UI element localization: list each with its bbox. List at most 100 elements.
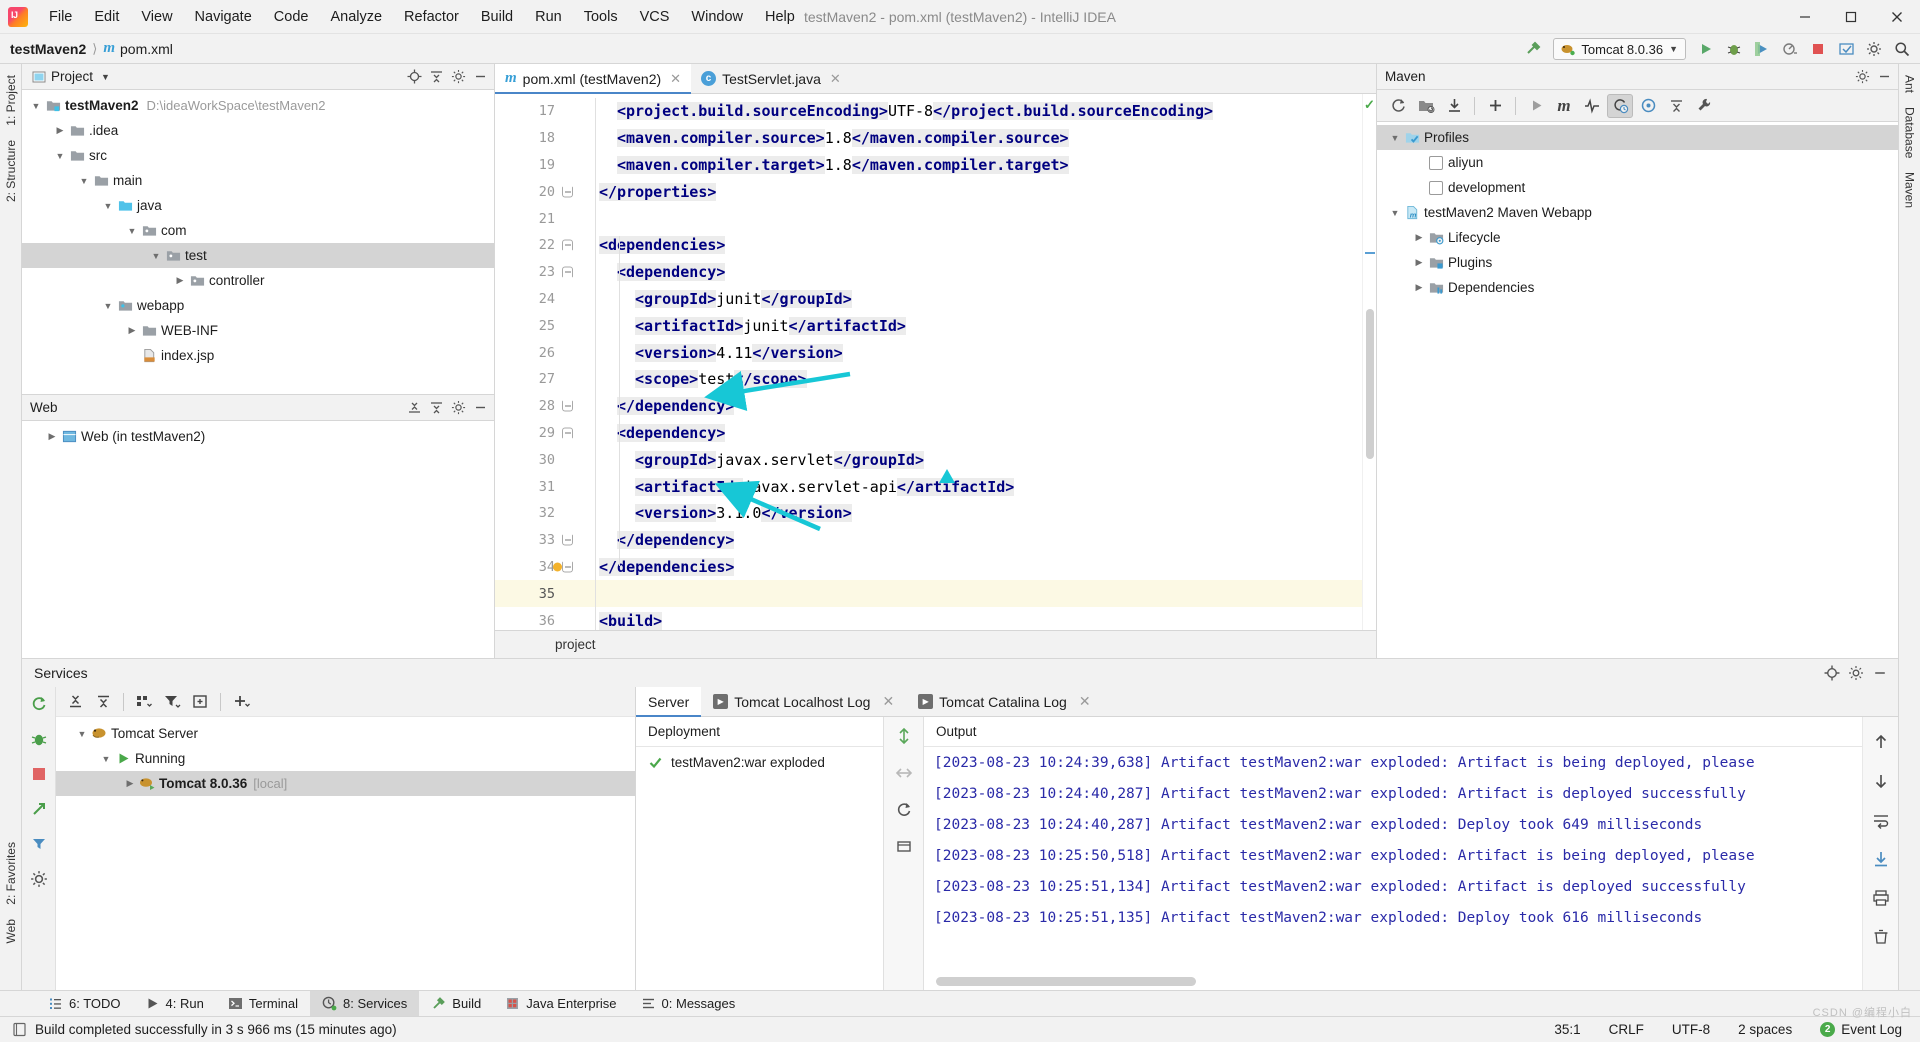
- file-encoding[interactable]: UTF-8: [1668, 1020, 1714, 1039]
- tree-row[interactable]: ▼ testMaven2 D:\ideaWorkSpace\testMaven2: [22, 93, 494, 118]
- tree-row[interactable]: ▶aliyun: [1377, 150, 1898, 175]
- tree-row[interactable]: ▼ Tomcat Server: [56, 721, 635, 746]
- editor-tabs[interactable]: m pom.xml (testMaven2) ✕ c TestServlet.java ✕: [495, 64, 1376, 94]
- log-tab-tomcat-catalina-log[interactable]: ▶ Tomcat Catalina Log ✕: [906, 687, 1102, 716]
- rail-tab-web[interactable]: Web: [1, 912, 21, 950]
- close-icon[interactable]: ✕: [670, 71, 681, 87]
- rerun-icon[interactable]: [30, 695, 48, 716]
- update-resources-icon[interactable]: [895, 838, 913, 859]
- fold-end-icon[interactable]: [562, 400, 573, 412]
- download-sources-icon[interactable]: [1441, 94, 1467, 118]
- locate-icon[interactable]: [1822, 663, 1842, 683]
- generate-sources-icon[interactable]: [1413, 94, 1439, 118]
- tree-twisty-collapsed-icon[interactable]: ▶: [1411, 282, 1427, 293]
- run-icon[interactable]: [1523, 94, 1549, 118]
- close-icon[interactable]: ✕: [882, 693, 894, 710]
- tree-row[interactable]: ▶ Tomcat 8.0.36 [local]: [56, 771, 635, 796]
- toolwindow-button-6-todo[interactable]: 6: TODO: [36, 991, 133, 1017]
- inspection-marker-icon[interactable]: [553, 562, 562, 572]
- tree-row[interactable]: ▶ Plugins: [1377, 250, 1898, 275]
- tree-twisty-expanded-icon[interactable]: ▼: [98, 754, 114, 764]
- menu-analyze[interactable]: Analyze: [319, 6, 393, 28]
- menu-window[interactable]: Window: [680, 6, 754, 28]
- tree-twisty-expanded-icon[interactable]: ▼: [124, 226, 140, 236]
- redeploy-icon[interactable]: [895, 801, 913, 822]
- chevron-down-icon[interactable]: ▼: [101, 72, 110, 82]
- toolwindow-button-java-enterprise[interactable]: Java Enterprise: [493, 991, 628, 1017]
- maximize-button[interactable]: [1828, 0, 1874, 34]
- search-icon[interactable]: [1890, 37, 1914, 61]
- tree-row[interactable]: ▶ Dependencies: [1377, 275, 1898, 300]
- deploy-artifact-icon[interactable]: [895, 727, 913, 748]
- build-hammer-icon[interactable]: [1521, 37, 1545, 61]
- close-icon[interactable]: ✕: [1079, 693, 1091, 710]
- menu-code[interactable]: Code: [263, 6, 320, 28]
- menu-help[interactable]: Help: [754, 6, 806, 28]
- stop-icon[interactable]: [30, 765, 48, 786]
- debug-icon[interactable]: [1722, 37, 1746, 61]
- tool-window-bar[interactable]: 6: TODO 4: Run Terminal 8: Services Build Jav…: [0, 990, 1920, 1017]
- tree-row[interactable]: ▼ Profiles: [1377, 125, 1898, 150]
- debug-icon[interactable]: [30, 730, 48, 751]
- tree-row[interactable]: ▶development: [1377, 175, 1898, 200]
- menu-build[interactable]: Build: [470, 6, 524, 28]
- tree-checkbox[interactable]: [1427, 155, 1445, 170]
- menu-navigate[interactable]: Navigate: [184, 6, 263, 28]
- tree-twisty-collapsed-icon[interactable]: ▶: [122, 778, 138, 789]
- event-log-button[interactable]: 2 Event Log: [1816, 1020, 1906, 1039]
- editor-gutter[interactable]: 17 18 19 20 21 22 23 24 25 26 27 28 29 30 31 32 33 34 35 36…: [495, 94, 581, 630]
- run-configuration-selector[interactable]: Tomcat 8.0.36 ▼: [1553, 38, 1686, 60]
- clear-all-icon[interactable]: [1872, 928, 1890, 949]
- menu-file[interactable]: File: [38, 6, 83, 28]
- tree-twisty-expanded-icon[interactable]: ▼: [1387, 208, 1403, 218]
- settings-icon[interactable]: [1852, 67, 1872, 87]
- minimize-button[interactable]: [1782, 0, 1828, 34]
- rail-tab-ant[interactable]: Ant: [1900, 68, 1920, 100]
- tree-twisty-collapsed-icon[interactable]: ▶: [172, 275, 188, 286]
- deployment-list[interactable]: testMaven2:war exploded: [636, 747, 883, 770]
- collapse-all-icon[interactable]: [1663, 94, 1689, 118]
- editor-tab-pom-xml[interactable]: m pom.xml (testMaven2) ✕: [495, 64, 692, 94]
- log-tabs[interactable]: Server ▶ Tomcat Localhost Log ✕ ▶ Tomcat Cata…: [636, 687, 1898, 717]
- maven-tree[interactable]: ▼Profiles▶aliyun▶development▼mtestMaven2…: [1377, 122, 1898, 658]
- tree-row[interactable]: ▼ webapp: [22, 293, 494, 318]
- tree-row[interactable]: ▶ controller: [22, 268, 494, 293]
- tree-twisty-expanded-icon[interactable]: ▼: [52, 151, 68, 161]
- tree-row[interactable]: ▶ Lifecycle: [1377, 225, 1898, 250]
- tree-row[interactable]: ▼ src: [22, 143, 494, 168]
- deployment-item[interactable]: testMaven2:war exploded: [636, 747, 883, 770]
- caret-position[interactable]: 35:1: [1550, 1020, 1584, 1039]
- web-tree[interactable]: ▶ Web (in testMaven2): [22, 421, 494, 658]
- toolwindow-button-terminal[interactable]: Terminal: [216, 991, 310, 1017]
- tree-row[interactable]: ▶ .idea: [22, 118, 494, 143]
- rail-tab-structure[interactable]: 2: Structure: [1, 133, 21, 209]
- fold-start-icon[interactable]: [562, 427, 573, 439]
- group-by-icon[interactable]: [131, 690, 157, 714]
- scroll-down-icon[interactable]: [1872, 772, 1890, 793]
- tree-twisty-expanded-icon[interactable]: ▼: [76, 176, 92, 186]
- tree-row[interactable]: ▼ test: [22, 243, 494, 268]
- reimport-icon[interactable]: [1385, 94, 1411, 118]
- tree-row[interactable]: ▶ Web (in testMaven2): [22, 424, 494, 449]
- line-separator[interactable]: CRLF: [1605, 1020, 1648, 1039]
- fold-end-icon[interactable]: [562, 561, 573, 573]
- tree-twisty-collapsed-icon[interactable]: ▶: [1411, 257, 1427, 268]
- collapse-all-icon[interactable]: [90, 690, 116, 714]
- fold-end-icon[interactable]: [562, 534, 573, 546]
- settings-icon[interactable]: [448, 398, 468, 418]
- update-app-icon[interactable]: [1834, 37, 1858, 61]
- toolwindow-button-0-messages[interactable]: 0: Messages: [629, 991, 748, 1017]
- output-log[interactable]: [2023-08-23 10:24:39,638] Artifact testM…: [924, 747, 1862, 990]
- menu-run[interactable]: Run: [524, 6, 573, 28]
- tree-row[interactable]: ▶ WEB-INF: [22, 318, 494, 343]
- tree-row[interactable]: ▶index.jsp: [22, 343, 494, 368]
- editor-breadcrumb[interactable]: project: [555, 637, 596, 652]
- project-tree[interactable]: ▼ testMaven2 D:\ideaWorkSpace\testMaven2 ▶.…: [22, 90, 494, 394]
- tree-row[interactable]: ▼ main: [22, 168, 494, 193]
- editor-vertical-scrollbar[interactable]: [1366, 309, 1374, 459]
- toolwindow-button-4-run[interactable]: 4: Run: [133, 991, 216, 1017]
- tree-row[interactable]: ▼ com: [22, 218, 494, 243]
- tree-twisty-expanded-icon[interactable]: ▼: [100, 201, 116, 211]
- editor-tab-testservlet-java[interactable]: c TestServlet.java ✕: [691, 64, 851, 93]
- menu-edit[interactable]: Edit: [83, 6, 130, 28]
